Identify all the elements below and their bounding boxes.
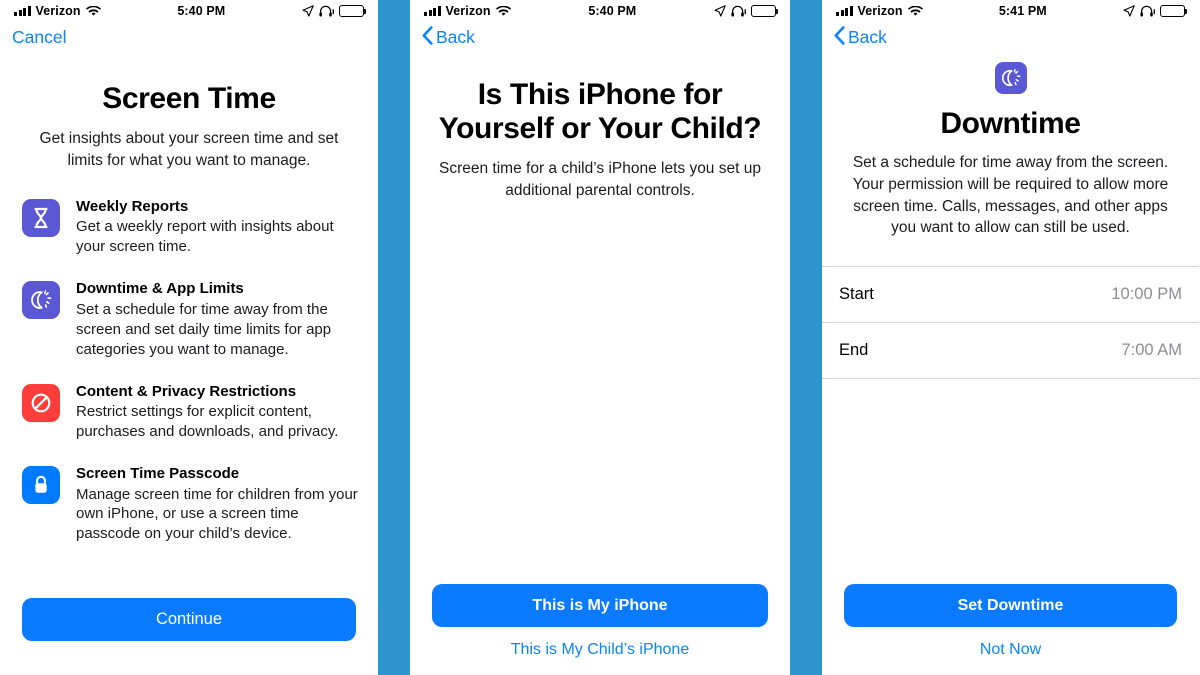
row-label-end: End	[839, 340, 869, 359]
headphones-icon	[1140, 5, 1155, 17]
status-bar-right	[714, 5, 779, 17]
battery-icon	[339, 5, 367, 17]
wifi-icon	[85, 5, 101, 17]
page-subtitle: Set a schedule for time away from the sc…	[852, 154, 1169, 237]
feature-description: Set a schedule for time away from the sc…	[76, 300, 332, 358]
nav-bar: Back	[822, 22, 1199, 52]
list-item: Content & Privacy Restrictions Restrict …	[22, 382, 362, 442]
feature-description: Restrict settings for explicit content, …	[76, 403, 339, 441]
signal-bars-icon	[14, 6, 31, 16]
clock-label: 5:41 PM	[998, 4, 1047, 18]
downtime-schedule-list: Start 10:00 PM End 7:00 AM	[822, 265, 1199, 379]
back-button[interactable]: Back	[834, 25, 887, 50]
status-bar: Verizon 5:40 PM	[410, 0, 790, 22]
feature-description: Get a weekly report with insights about …	[76, 218, 334, 256]
continue-button[interactable]: Continue	[22, 598, 356, 641]
table-row[interactable]: Start 10:00 PM	[822, 266, 1199, 323]
panel-2-actions: This is My iPhone This is My Child’s iPh…	[410, 584, 790, 659]
list-item: Weekly Reports Get a weekly report with …	[22, 197, 362, 257]
clock-label: 5:40 PM	[588, 4, 637, 18]
list-item-text: Content & Privacy Restrictions Restrict …	[76, 382, 362, 442]
phone-screen-downtime-setup: Verizon 5:41 PM Back Downtime Set a sche…	[822, 0, 1199, 675]
list-item: Downtime & App Limits Set a schedule for…	[22, 279, 362, 359]
row-value-end: 7:00 AM	[1121, 340, 1182, 359]
chevron-left-icon	[834, 25, 845, 50]
feature-description: Manage screen time for children from you…	[76, 485, 358, 543]
wifi-icon	[495, 5, 511, 17]
chevron-left-icon	[422, 25, 433, 50]
page-title: Is This iPhone for Yourself or Your Chil…	[438, 78, 762, 146]
downtime-moon-icon	[994, 62, 1027, 94]
feature-title: Screen Time Passcode	[76, 465, 240, 482]
carrier-label: Verizon	[35, 4, 81, 18]
set-downtime-button[interactable]: Set Downtime	[844, 584, 1177, 627]
nav-button-label: Back	[848, 26, 887, 47]
back-button[interactable]: Back	[422, 25, 475, 50]
status-bar-left: Verizon	[836, 4, 923, 18]
panel-2-content: Is This iPhone for Yourself or Your Chil…	[410, 78, 790, 201]
location-arrow-icon	[1123, 5, 1135, 17]
page-subtitle: Screen time for a child’s iPhone lets yo…	[439, 160, 761, 199]
headphones-icon	[731, 5, 746, 17]
status-bar: Verizon 5:41 PM	[822, 0, 1199, 22]
row-label-start: Start	[839, 284, 874, 303]
feature-title: Weekly Reports	[76, 197, 189, 215]
list-item-text: Screen Time Passcode Manage screen time …	[76, 464, 362, 544]
this-is-my-childs-iphone-button[interactable]: This is My Child’s iPhone	[511, 641, 689, 659]
status-bar: Verizon 5:40 PM	[0, 0, 378, 22]
panel-divider-right	[790, 0, 822, 675]
status-bar-right	[302, 5, 367, 17]
panel-divider-left	[378, 0, 410, 675]
page-title: Downtime	[940, 107, 1081, 140]
signal-bars-icon	[836, 6, 853, 16]
list-item-text: Downtime & App Limits Set a schedule for…	[76, 279, 362, 359]
status-bar-left: Verizon	[14, 4, 101, 18]
table-row[interactable]: End 7:00 AM	[822, 322, 1199, 379]
panel-1-actions: Continue	[0, 598, 378, 641]
list-item: Screen Time Passcode Manage screen time …	[22, 464, 362, 544]
this-is-my-iphone-button[interactable]: This is My iPhone	[432, 584, 768, 627]
headphones-icon	[319, 5, 334, 17]
screenshot-stage: Verizon 5:40 PM Cancel Screen Time Get i…	[0, 0, 1200, 675]
signal-bars-icon	[424, 6, 441, 16]
not-now-button[interactable]: Not Now	[980, 641, 1041, 659]
page-title: Screen Time	[102, 82, 276, 115]
row-value-start: 10:00 PM	[1111, 284, 1182, 303]
nav-button-label: Back	[436, 26, 475, 47]
battery-icon	[1160, 5, 1188, 17]
feature-title: Downtime & App Limits	[76, 280, 244, 298]
panel-3-actions: Set Downtime Not Now	[822, 584, 1199, 659]
phone-screen-device-owner-question: Verizon 5:40 PM Back Is This iPhone for …	[410, 0, 790, 675]
nav-button-label: Cancel	[12, 26, 67, 47]
wifi-icon	[907, 5, 923, 17]
carrier-label: Verizon	[445, 4, 491, 18]
list-item-text: Weekly Reports Get a weekly report with …	[76, 197, 362, 257]
feature-list: Weekly Reports Get a weekly report with …	[16, 197, 362, 544]
cancel-button[interactable]: Cancel	[12, 27, 66, 48]
status-bar-left: Verizon	[424, 4, 511, 18]
status-bar-right	[1123, 5, 1188, 17]
no-entry-icon	[22, 383, 60, 422]
page-subtitle: Get insights about your screen time and …	[39, 130, 339, 169]
battery-icon	[751, 5, 779, 17]
location-arrow-icon	[714, 5, 726, 17]
phone-screen-screen-time-intro: Verizon 5:40 PM Cancel Screen Time Get i…	[0, 0, 378, 675]
carrier-label: Verizon	[857, 4, 903, 18]
nav-bar: Cancel	[0, 22, 378, 52]
location-arrow-icon	[302, 5, 314, 17]
lock-icon	[22, 466, 60, 504]
panel-3-content: Downtime Set a schedule for time away fr…	[822, 62, 1199, 239]
feature-title: Content & Privacy Restrictions	[76, 382, 297, 400]
panel-1-content: Screen Time Get insights about your scre…	[0, 82, 378, 544]
clock-label: 5:40 PM	[177, 4, 226, 18]
nav-bar: Back	[410, 22, 790, 52]
hourglass-icon	[22, 198, 60, 237]
downtime-moon-icon	[22, 281, 60, 320]
